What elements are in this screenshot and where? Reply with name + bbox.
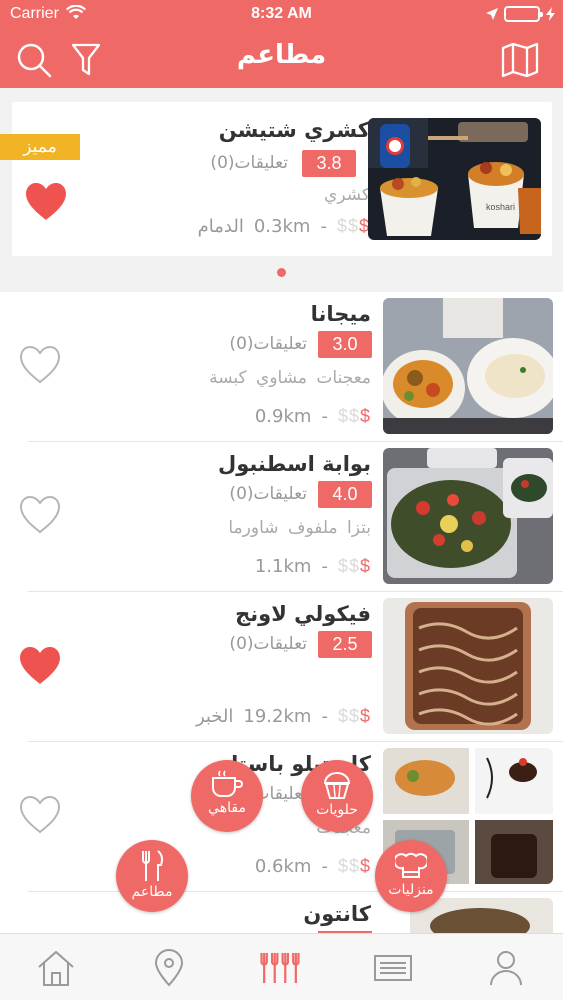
restaurant-meta: الدمام 0.3km - $$$	[198, 216, 370, 237]
distance-label: 0.9km	[254, 406, 312, 427]
restaurant-meta: 0.6km - $$$	[255, 856, 371, 877]
price-level: $$$	[337, 856, 371, 876]
restaurant-name: كشري شتيشن	[218, 118, 370, 142]
separator: -	[321, 406, 328, 427]
cuisine-tags: معجنات مشاوي كبسة	[209, 368, 371, 388]
restaurant-photo[interactable]	[383, 448, 553, 584]
tab-bar	[0, 933, 563, 1000]
favorite-heart-icon[interactable]	[24, 182, 68, 222]
restaurant-photo[interactable]	[383, 298, 553, 434]
featured-badge: مميز	[0, 134, 80, 160]
cupcake-icon	[323, 772, 351, 799]
status-right	[486, 6, 555, 22]
separator: -	[321, 706, 328, 727]
profile-icon	[490, 951, 522, 986]
restaurant-photo[interactable]: koshari	[368, 118, 541, 240]
coffee-cup-icon	[212, 770, 243, 797]
charging-icon	[546, 7, 555, 21]
price-level: $$$	[337, 556, 371, 576]
location-pin-icon	[154, 949, 184, 987]
price-level: $$$	[337, 706, 371, 726]
city-label: الخبر	[195, 706, 234, 727]
restaurant-photo[interactable]	[383, 598, 553, 734]
page-indicator-dot[interactable]	[277, 268, 286, 277]
rating-badge: 3.0	[318, 331, 372, 358]
top-bar: Carrier 8:32 AM مطاعم	[0, 0, 563, 88]
map-icon	[501, 43, 539, 77]
fab-homemade-label: منزليات	[388, 882, 434, 898]
clock: 8:32 AM	[251, 5, 312, 22]
tab-profile[interactable]	[484, 946, 528, 990]
restaurant-name: ميجانا	[310, 302, 371, 326]
tab-restaurants[interactable]	[258, 946, 302, 990]
fab-restaurants-button[interactable]: مطاعم	[116, 840, 188, 912]
cuisine-tags: بتزا ملفوف شاورما	[228, 518, 371, 538]
fab-cafes-label: مقاهي	[208, 800, 246, 816]
restaurant-list: ميجانا 3.0 تعليقات(0) معجنات مشاوي كبسة …	[0, 292, 563, 933]
list-item[interactable]: ميجانا 3.0 تعليقات(0) معجنات مشاوي كبسة …	[0, 292, 563, 442]
restaurant-name: بوابة اسطنبول	[217, 452, 371, 476]
city-label: الدمام	[197, 216, 244, 237]
tab-list[interactable]	[371, 946, 415, 990]
price-level: $$$	[337, 406, 371, 426]
list-item[interactable]: كاستيلو باستا تعليقات معجنات 0.6km - $$$	[0, 742, 563, 892]
fab-sweets-button[interactable]: حلويات	[301, 760, 373, 832]
favorite-heart-outline-icon[interactable]	[18, 495, 62, 535]
separator: -	[321, 856, 328, 877]
home-icon	[38, 950, 74, 986]
separator: -	[321, 556, 328, 577]
list-item[interactable]: بوابة اسطنبول 4.0 تعليقات(0) بتزا ملفوف …	[0, 442, 563, 592]
fab-homemade-button[interactable]: منزليات	[375, 840, 447, 912]
distance-label: 1.1km	[254, 556, 312, 577]
favorite-heart-outline-icon[interactable]	[18, 345, 62, 385]
fork-knife-icon	[142, 850, 163, 881]
cuisine-tags: كشري	[324, 185, 370, 205]
list-item[interactable]: فيكولي لاونج 2.5 تعليقات(0) الخبر 19.2km…	[0, 592, 563, 742]
fab-cafes-button[interactable]: مقاهي	[191, 760, 263, 832]
favorite-heart-outline-icon[interactable]	[18, 795, 62, 835]
restaurant-meta: 0.9km - $$$	[255, 406, 371, 427]
list-item[interactable]: كانتون	[0, 892, 563, 933]
page-title: مطاعم	[236, 40, 327, 70]
svg-text:koshari: koshari	[486, 202, 515, 212]
fab-restaurants-label: مطاعم	[131, 884, 173, 900]
fab-sweets-label: حلويات	[316, 802, 358, 818]
rating-badge: 4.0	[318, 481, 372, 508]
restaurant-name: فيكولي لاونج	[235, 602, 371, 626]
featured-restaurant-card[interactable]: مميز كشري شتيشن 3.8 تعليقات(0) كشري الدم…	[0, 102, 552, 256]
restaurant-meta: الخبر 19.2km - $$$	[196, 706, 371, 727]
map-button[interactable]	[500, 40, 540, 80]
rating-badge: 3.8	[302, 150, 356, 177]
content-area: مميز كشري شتيشن 3.8 تعليقات(0) كشري الدم…	[0, 88, 563, 933]
restaurant-name: كانتون	[303, 902, 371, 926]
rating-badge: 2.5	[318, 631, 372, 658]
price-level: $$$	[336, 216, 370, 236]
tab-home[interactable]	[34, 946, 78, 990]
distance-label: 19.2km	[243, 706, 312, 727]
location-arrow-icon	[486, 8, 498, 20]
reviews-count[interactable]: تعليقات(0)	[229, 334, 307, 354]
reviews-count[interactable]: تعليقات(0)	[210, 153, 288, 173]
distance-label: 0.6km	[254, 856, 312, 877]
reviews-count[interactable]: تعليقات(0)	[229, 484, 307, 504]
battery-icon	[504, 6, 543, 22]
status-bar: Carrier 8:32 AM	[0, 0, 563, 30]
separator: -	[320, 216, 327, 237]
chef-hat-icon	[395, 852, 427, 878]
reviews-count[interactable]: تعليقات(0)	[229, 634, 307, 654]
distance-label: 0.3km	[253, 216, 311, 237]
tab-location[interactable]	[147, 946, 191, 990]
restaurant-meta: 1.1km - $$$	[255, 556, 371, 577]
list-icon	[374, 955, 412, 981]
restaurants-forks-icon	[260, 953, 300, 983]
favorite-heart-icon[interactable]	[18, 646, 62, 686]
